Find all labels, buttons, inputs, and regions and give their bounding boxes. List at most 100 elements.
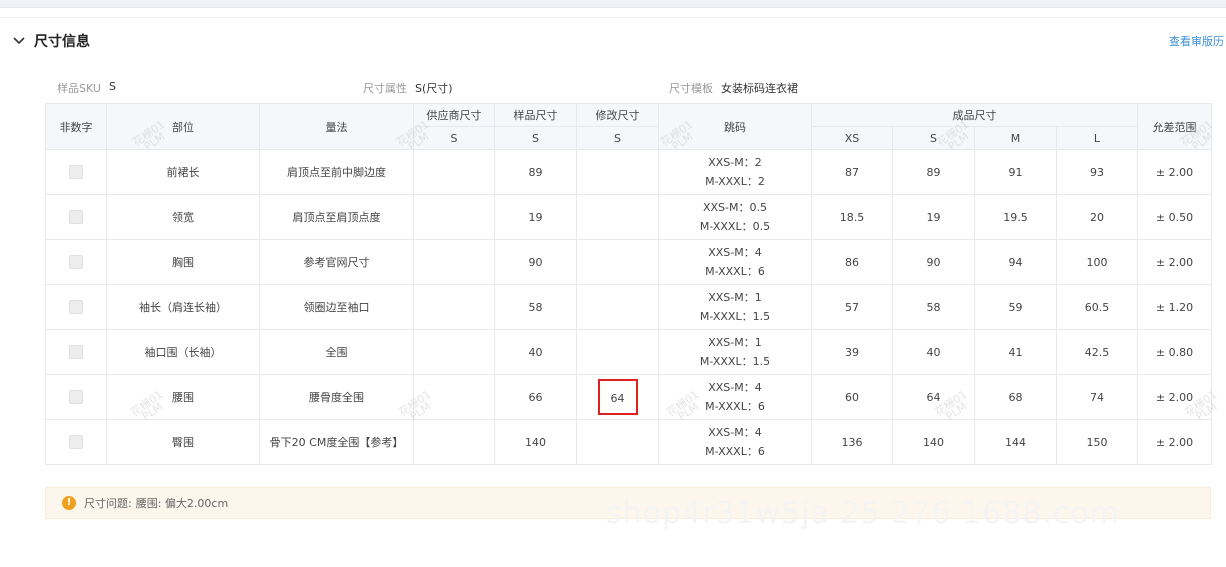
table-row: 袖口围（长袖） 全围 40 XXS-M：1 M-XXXL：1.5 39 40 41… — [45, 329, 1212, 375]
cell-size-m: 41 — [974, 329, 1057, 375]
cell-method: 参考官网尺寸 — [259, 239, 414, 285]
jump-line: XXS-M：1 — [708, 336, 762, 349]
cell-modified[interactable] — [576, 239, 659, 285]
cell-modified[interactable] — [576, 419, 659, 465]
cell-size-s: 58 — [892, 284, 975, 330]
cell-method: 肩顶点至前中脚边度 — [259, 149, 414, 195]
cell-part: 臀围 — [106, 419, 260, 465]
non-numeric-checkbox[interactable] — [69, 345, 83, 359]
header-sample-size: 样品尺寸 — [494, 103, 577, 127]
header-method: 量法 — [259, 103, 414, 150]
header-modified-size: 修改尺寸 — [576, 103, 659, 127]
cell-jump: XXS-M：1 M-XXXL：1.5 — [658, 284, 812, 330]
cell-sample: 90 — [494, 239, 577, 285]
jump-line: M-XXXL：1.5 — [699, 310, 771, 323]
notice-label: 尺寸问题: — [84, 497, 132, 510]
cell-tolerance: ± 2.00 — [1137, 239, 1212, 285]
info-label: 样品SKU — [57, 82, 101, 95]
header-part: 部位 — [106, 103, 260, 150]
cell-tolerance: ± 2.00 — [1137, 374, 1212, 420]
cell-size-m: 94 — [974, 239, 1057, 285]
cell-sample: 40 — [494, 329, 577, 375]
cell-modified[interactable]: 64 — [576, 374, 659, 420]
cell-size-s: 19 — [892, 194, 975, 240]
cell-sample: 89 — [494, 149, 577, 195]
cell-part: 胸围 — [106, 239, 260, 285]
cell-tolerance: ± 0.80 — [1137, 329, 1212, 375]
cell-supplier[interactable] — [413, 149, 495, 195]
cell-supplier[interactable] — [413, 329, 495, 375]
cell-part: 腰围 — [106, 374, 260, 420]
cell-size-xs: 136 — [811, 419, 893, 465]
cell-jump: XXS-M：0.5 M-XXXL：0.5 — [658, 194, 812, 240]
table-row: 腰围 腰骨度全围 66 64 XXS-M：4 M-XXXL：6 60 64 68 … — [45, 374, 1212, 420]
cell-size-xs: 86 — [811, 239, 893, 285]
cell-size-m: 59 — [974, 284, 1057, 330]
jump-line: M-XXXL：2 — [705, 175, 765, 188]
cell-size-l: 42.5 — [1056, 329, 1138, 375]
modified-size-highlight[interactable]: 64 — [597, 379, 638, 415]
size-issue-notice: ! 尺寸问题: 腰围: 偏大2.00cm — [45, 487, 1211, 519]
cell-supplier[interactable] — [413, 284, 495, 330]
header-size-m: M — [974, 126, 1057, 150]
jump-line: M-XXXL：6 — [705, 400, 765, 413]
jump-line: M-XXXL：6 — [705, 445, 765, 458]
cell-modified[interactable] — [576, 284, 659, 330]
notice-text: 腰围: 偏大2.00cm — [135, 497, 229, 510]
cell-modified[interactable] — [576, 329, 659, 375]
cell-sample: 140 — [494, 419, 577, 465]
non-numeric-checkbox[interactable] — [69, 300, 83, 314]
cell-supplier[interactable] — [413, 419, 495, 465]
cell-tolerance: ± 0.50 — [1137, 194, 1212, 240]
cell-tolerance: ± 1.20 — [1137, 284, 1212, 330]
header-sample-sub: S — [494, 126, 577, 150]
view-review-history-link[interactable]: 查看审版历 — [1169, 33, 1224, 49]
info-value: S — [108, 80, 116, 93]
info-value: S(尺寸) — [415, 82, 453, 95]
jump-line: XXS-M：0.5 — [702, 201, 767, 214]
header-jump: 跳码 — [658, 103, 812, 150]
divider — [0, 17, 1226, 18]
non-numeric-checkbox[interactable] — [69, 435, 83, 449]
table-row: 臀围 骨下20 CM度全围【参考】 140 XXS-M：4 M-XXXL：6 13… — [45, 419, 1212, 465]
cell-jump: XXS-M：4 M-XXXL：6 — [658, 419, 812, 465]
cell-jump: XXS-M：2 M-XXXL：2 — [658, 149, 812, 195]
table-row: 胸围 参考官网尺寸 90 XXS-M：4 M-XXXL：6 86 90 94 10… — [45, 239, 1212, 285]
header-size-l: L — [1056, 126, 1138, 150]
top-band — [0, 0, 1226, 8]
cell-size-s: 89 — [892, 149, 975, 195]
cell-size-l: 20 — [1056, 194, 1138, 240]
cell-part: 领宽 — [106, 194, 260, 240]
info-template: 尺寸模板 女装标码连衣裙 — [669, 80, 798, 95]
chevron-down-icon[interactable] — [12, 34, 26, 48]
cell-size-s: 64 — [892, 374, 975, 420]
cell-tolerance: ± 2.00 — [1137, 419, 1212, 465]
header-non-numeric: 非数字 — [45, 103, 107, 150]
cell-size-xs: 87 — [811, 149, 893, 195]
cell-sample: 19 — [494, 194, 577, 240]
header-supplier-size: 供应商尺寸 — [413, 103, 495, 127]
non-numeric-checkbox[interactable] — [69, 390, 83, 404]
cell-size-s: 90 — [892, 239, 975, 285]
jump-line: XXS-M：4 — [708, 381, 762, 394]
cell-supplier[interactable] — [413, 374, 495, 420]
cell-size-xs: 57 — [811, 284, 893, 330]
cell-size-m: 144 — [974, 419, 1057, 465]
cell-modified[interactable] — [576, 194, 659, 240]
cell-jump: XXS-M：1 M-XXXL：1.5 — [658, 329, 812, 375]
cell-size-xs: 39 — [811, 329, 893, 375]
section-header[interactable]: 尺寸信息 — [12, 30, 90, 52]
info-size-attr: 尺寸属性 S(尺寸) — [363, 80, 453, 95]
header-size-s: S — [892, 126, 975, 150]
info-value: 女装标码连衣裙 — [721, 82, 798, 95]
cell-supplier[interactable] — [413, 194, 495, 240]
non-numeric-checkbox[interactable] — [69, 255, 83, 269]
cell-size-l: 150 — [1056, 419, 1138, 465]
cell-size-s: 40 — [892, 329, 975, 375]
cell-supplier[interactable] — [413, 239, 495, 285]
section-title: 尺寸信息 — [34, 34, 90, 50]
cell-method: 全围 — [259, 329, 414, 375]
non-numeric-checkbox[interactable] — [69, 210, 83, 224]
cell-modified[interactable] — [576, 149, 659, 195]
non-numeric-checkbox[interactable] — [69, 165, 83, 179]
